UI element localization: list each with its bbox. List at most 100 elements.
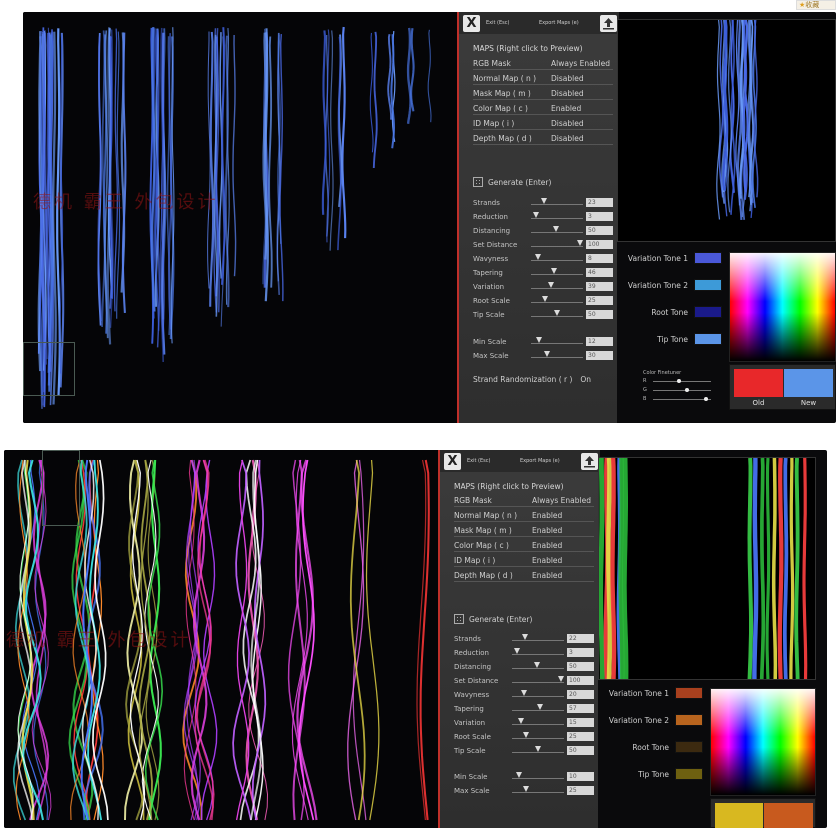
slider-value-field[interactable]: 50 — [586, 310, 613, 319]
slider-thumb[interactable] — [541, 296, 548, 302]
slider-value-field[interactable]: 46 — [586, 268, 613, 277]
slider-value-field[interactable]: 100 — [586, 240, 613, 249]
slider-thumb[interactable] — [544, 351, 551, 357]
slider-value-field[interactable]: 15 — [567, 718, 594, 727]
slider-value-field[interactable]: 50 — [586, 226, 613, 235]
slider-thumb[interactable] — [536, 704, 543, 710]
slider-track[interactable] — [531, 316, 583, 317]
slider-value-field[interactable]: 57 — [567, 704, 594, 713]
slider-track[interactable] — [531, 246, 583, 247]
slider-value-field[interactable]: 12 — [586, 337, 613, 346]
slider-thumb[interactable] — [552, 226, 559, 232]
slider-track[interactable] — [531, 260, 583, 261]
b-handle[interactable] — [704, 397, 709, 401]
map-toggle-row[interactable]: Normal Map ( n ) Enabled — [454, 509, 594, 522]
old-color-swatch[interactable] — [734, 369, 783, 397]
slider-thumb[interactable] — [535, 337, 542, 343]
map-toggle-row[interactable]: Depth Map ( d ) Enabled — [454, 569, 594, 582]
map-toggle-row[interactable]: Color Map ( c ) Enabled — [454, 539, 594, 552]
slider-track[interactable] — [512, 710, 564, 711]
tone-swatch[interactable] — [675, 687, 703, 699]
slider-thumb[interactable] — [521, 634, 528, 640]
slider-value-field[interactable]: 8 — [586, 254, 613, 263]
slider-value-field[interactable]: 25 — [567, 732, 594, 741]
slider-thumb[interactable] — [517, 718, 524, 724]
map-toggle-row[interactable]: Mask Map ( m ) Enabled — [454, 524, 594, 537]
slider-value-field[interactable]: 3 — [586, 212, 613, 221]
slider-thumb[interactable] — [533, 662, 540, 668]
g-handle[interactable] — [685, 388, 690, 392]
old-color-swatch[interactable] — [715, 803, 763, 828]
slider-value-field[interactable]: 23 — [586, 198, 613, 207]
slider-value-field[interactable]: 3 — [567, 648, 594, 657]
map-toggle-row[interactable]: Color Map ( c ) Enabled — [473, 102, 613, 115]
map-toggle-row[interactable]: Depth Map ( d ) Disabled — [473, 132, 613, 145]
r-handle[interactable] — [677, 379, 682, 383]
slider-track[interactable] — [512, 792, 564, 793]
selection-box[interactable] — [42, 450, 80, 526]
tone-swatch[interactable] — [675, 741, 703, 753]
slider-track[interactable] — [531, 343, 583, 344]
slider-thumb[interactable] — [576, 240, 583, 246]
slider-track[interactable] — [512, 738, 564, 739]
selection-box[interactable] — [23, 342, 75, 396]
slider-track[interactable] — [531, 302, 583, 303]
slider-track[interactable] — [531, 218, 583, 219]
slider-track[interactable] — [531, 232, 583, 233]
slider-value-field[interactable]: 30 — [586, 351, 613, 360]
new-color-swatch[interactable] — [764, 803, 813, 828]
finetuner-g[interactable]: G — [643, 387, 713, 393]
map-toggle-row[interactable]: RGB Mask Always Enabled — [473, 57, 613, 70]
slider-track[interactable] — [512, 668, 564, 669]
slider-track[interactable] — [512, 752, 564, 753]
slider-thumb[interactable] — [514, 648, 521, 654]
slider-thumb[interactable] — [522, 786, 529, 792]
slider-value-field[interactable]: 20 — [567, 690, 594, 699]
map-preview[interactable] — [617, 19, 836, 242]
generate-button[interactable]: Generate (Enter) — [473, 177, 551, 187]
slider-value-field[interactable]: 25 — [586, 296, 613, 305]
slider-track[interactable] — [512, 640, 564, 641]
upload-icon[interactable] — [600, 15, 617, 32]
slider-value-field[interactable]: 22 — [567, 634, 594, 643]
tone-swatch[interactable] — [694, 333, 722, 345]
finetuner-b[interactable]: B — [643, 396, 713, 402]
slider-thumb[interactable] — [522, 732, 529, 738]
slider-value-field[interactable]: 10 — [567, 772, 594, 781]
slider-track[interactable] — [512, 778, 564, 779]
slider-track[interactable] — [512, 724, 564, 725]
map-toggle-row[interactable]: ID Map ( i ) Enabled — [454, 554, 594, 567]
slider-track[interactable] — [512, 696, 564, 697]
export-maps-button[interactable]: Export Maps (e) — [520, 458, 560, 464]
map-toggle-row[interactable]: Normal Map ( n ) Disabled — [473, 72, 613, 85]
finetuner-r[interactable]: R — [643, 378, 713, 384]
slider-thumb[interactable] — [553, 310, 560, 316]
favorite-badge[interactable]: ★收藏 — [796, 0, 836, 10]
generate-button[interactable]: Generate (Enter) — [454, 614, 532, 624]
close-button[interactable]: X — [463, 15, 480, 32]
color-picker[interactable] — [710, 688, 816, 796]
slider-value-field[interactable]: 25 — [567, 786, 594, 795]
tone-swatch[interactable] — [694, 306, 722, 318]
exit-button[interactable]: Exit (Esc) — [486, 20, 509, 26]
close-button[interactable]: X — [444, 453, 461, 470]
slider-track[interactable] — [531, 288, 583, 289]
map-toggle-row[interactable]: RGB Mask Always Enabled — [454, 494, 594, 507]
slider-thumb[interactable] — [548, 282, 555, 288]
tone-swatch[interactable] — [694, 252, 722, 264]
new-color-swatch[interactable] — [784, 369, 833, 397]
slider-thumb[interactable] — [533, 212, 540, 218]
slider-value-field[interactable]: 39 — [586, 282, 613, 291]
upload-icon[interactable] — [581, 453, 598, 470]
strand-randomization-toggle[interactable]: Strand Randomization ( r ) On — [473, 375, 591, 384]
slider-track[interactable] — [531, 204, 583, 205]
slider-track[interactable] — [512, 682, 564, 683]
slider-thumb[interactable] — [540, 198, 547, 204]
slider-track[interactable] — [531, 274, 583, 275]
slider-track[interactable] — [531, 357, 583, 358]
exit-button[interactable]: Exit (Esc) — [467, 458, 490, 464]
slider-thumb[interactable] — [557, 676, 564, 682]
slider-thumb[interactable] — [515, 772, 522, 778]
color-picker[interactable] — [729, 252, 836, 362]
export-maps-button[interactable]: Export Maps (e) — [539, 20, 579, 26]
